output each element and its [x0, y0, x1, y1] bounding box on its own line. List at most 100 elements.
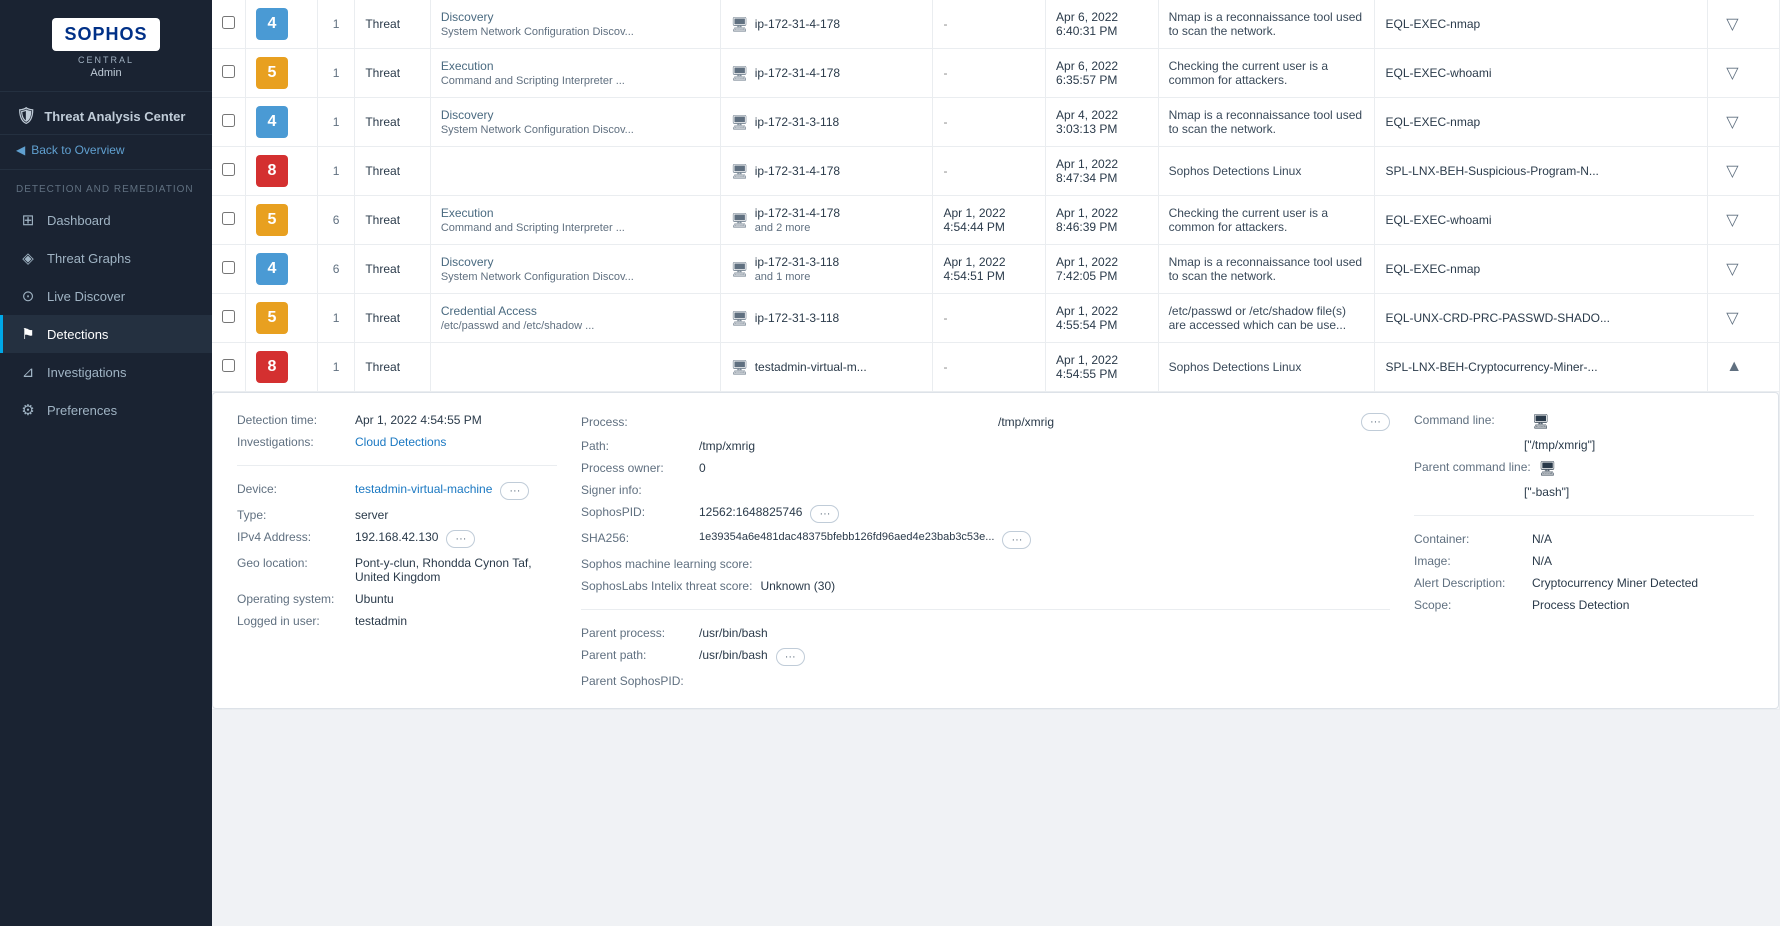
table-row: 5 1 Threat ExecutionCommand and Scriptin…: [212, 49, 1780, 98]
severity-badge: 5: [256, 302, 288, 334]
chevron-cell[interactable]: ▲: [1708, 343, 1780, 392]
expand-row-button[interactable]: ▽: [1718, 10, 1746, 38]
ipv4-copy-button[interactable]: ···: [446, 530, 475, 548]
back-arrow-icon: ◀: [16, 143, 25, 157]
category-cell: DiscoverySystem Network Configuration Di…: [430, 0, 720, 49]
expand-row-button[interactable]: ▽: [1718, 304, 1746, 332]
severity-cell: 8: [246, 147, 318, 196]
sidebar-item-label: Detections: [47, 327, 108, 342]
container-label: Container:: [1414, 532, 1524, 546]
sidebar-item-preferences[interactable]: ⚙ Preferences: [0, 391, 212, 429]
sha256-copy-button[interactable]: ···: [1002, 531, 1031, 549]
sophos-pid-row: SophosPID: 12562:1648825746 ···: [581, 505, 1390, 523]
sidebar-item-detections[interactable]: ⚑ Detections: [0, 315, 212, 353]
row-checkbox-cell[interactable]: [212, 196, 246, 245]
expand-row-button[interactable]: ▽: [1718, 206, 1746, 234]
type-cell: Threat: [355, 0, 430, 49]
parent-cmd-row: Parent command line: 🖥: [1414, 460, 1754, 477]
device-copy-button[interactable]: ···: [500, 482, 529, 500]
expand-row-button[interactable]: ▽: [1718, 157, 1746, 185]
sidebar-item-dashboard[interactable]: ⊞ Dashboard: [0, 201, 212, 239]
investigations-value[interactable]: Cloud Detections: [355, 435, 446, 449]
sidebar-item-investigations[interactable]: ⊿ Investigations: [0, 353, 212, 391]
path-value: /tmp/xmrig: [699, 439, 755, 453]
preferences-icon: ⚙: [19, 401, 37, 419]
category-cell: DiscoverySystem Network Configuration Di…: [430, 98, 720, 147]
sidebar-item-threat-graphs[interactable]: ◈ Threat Graphs: [0, 239, 212, 277]
threat-graphs-icon: ◈: [19, 249, 37, 267]
back-to-overview[interactable]: ◀ Back to Overview: [0, 135, 212, 170]
investigations-row: Investigations: Cloud Detections: [237, 435, 557, 449]
chevron-cell[interactable]: ▽: [1708, 98, 1780, 147]
first-seen-cell: -: [933, 0, 1046, 49]
device-monitor-icon: 🖥: [731, 261, 749, 278]
tac-label: Threat Analysis Center: [44, 109, 185, 124]
sidebar-item-live-discover[interactable]: ⊙ Live Discover: [0, 277, 212, 315]
device-monitor-icon: 🖥: [731, 310, 749, 327]
row-checkbox[interactable]: [222, 65, 235, 78]
row-checkbox[interactable]: [222, 359, 235, 372]
dashboard-icon: ⊞: [19, 211, 37, 229]
expand-row-button[interactable]: ▽: [1718, 255, 1746, 283]
count-cell: 1: [317, 98, 355, 147]
os-row: Operating system: Ubuntu: [237, 592, 557, 606]
row-checkbox-cell[interactable]: [212, 343, 246, 392]
description-cell: Nmap is a reconnaissance tool used to sc…: [1158, 98, 1375, 147]
image-value: N/A: [1532, 554, 1552, 568]
expand-row-button[interactable]: ▽: [1718, 59, 1746, 87]
expand-row-button[interactable]: ▲: [1718, 354, 1750, 380]
detection-time-value: Apr 1, 2022 4:54:55 PM: [355, 413, 482, 427]
process-value: /tmp/xmrig: [998, 415, 1054, 429]
os-label: Operating system:: [237, 592, 347, 606]
expand-row-button[interactable]: ▽: [1718, 108, 1746, 136]
sidebar-item-label: Preferences: [47, 403, 117, 418]
chevron-cell[interactable]: ▽: [1708, 294, 1780, 343]
process-copy-button[interactable]: ···: [1361, 413, 1390, 431]
logo-admin: Admin: [90, 67, 121, 79]
count-cell: 6: [317, 245, 355, 294]
device-monitor-icon: 🖥: [731, 359, 749, 376]
row-checkbox-cell[interactable]: [212, 49, 246, 98]
device-value[interactable]: testadmin-virtual-machine: [355, 482, 492, 496]
row-checkbox-cell[interactable]: [212, 98, 246, 147]
last-seen-cell: Apr 6, 20226:35:57 PM: [1046, 49, 1159, 98]
path-row: Path: /tmp/xmrig: [581, 439, 1390, 453]
parent-path-value: /usr/bin/bash: [699, 648, 768, 662]
chevron-cell[interactable]: ▽: [1708, 147, 1780, 196]
device-monitor-icon: 🖥: [731, 163, 749, 180]
sophos-pid-value: 12562:1648825746: [699, 505, 802, 519]
first-seen-cell: Apr 1, 20224:54:44 PM: [933, 196, 1046, 245]
description-cell: Checking the current user is a common fo…: [1158, 49, 1375, 98]
category-cell: ExecutionCommand and Scripting Interpret…: [430, 196, 720, 245]
process-row: Process: /tmp/xmrig ···: [581, 413, 1390, 431]
command-line-value: ["/tmp/xmrig"]: [1524, 438, 1595, 452]
severity-cell: 4: [246, 245, 318, 294]
chevron-cell[interactable]: ▽: [1708, 0, 1780, 49]
chevron-cell[interactable]: ▽: [1708, 196, 1780, 245]
row-checkbox[interactable]: [222, 16, 235, 29]
device-monitor-icon: 🖥: [731, 65, 749, 82]
row-checkbox[interactable]: [222, 261, 235, 274]
command-line-label: Command line:: [1414, 413, 1524, 427]
parent-path-copy-button[interactable]: ···: [776, 648, 805, 666]
sidebar-item-label: Threat Graphs: [47, 251, 131, 266]
row-checkbox-cell[interactable]: [212, 0, 246, 49]
type-value: server: [355, 508, 388, 522]
chevron-cell[interactable]: ▽: [1708, 49, 1780, 98]
row-checkbox-cell[interactable]: [212, 294, 246, 343]
detail-section-right: Command line: 🖥 ["/tmp/xmrig"] Parent co…: [1414, 413, 1754, 688]
row-checkbox-cell[interactable]: [212, 147, 246, 196]
category-cell: [430, 147, 720, 196]
chevron-cell[interactable]: ▽: [1708, 245, 1780, 294]
detail-section-left: Detection time: Apr 1, 2022 4:54:55 PM I…: [237, 413, 557, 688]
rule-cell: SPL-LNX-BEH-Suspicious-Program-N...: [1375, 147, 1708, 196]
investigations-label: Investigations:: [237, 435, 347, 449]
row-checkbox[interactable]: [222, 114, 235, 127]
row-checkbox[interactable]: [222, 163, 235, 176]
row-checkbox[interactable]: [222, 212, 235, 225]
sophos-pid-copy-button[interactable]: ···: [810, 505, 839, 523]
row-checkbox[interactable]: [222, 310, 235, 323]
row-checkbox-cell[interactable]: [212, 245, 246, 294]
process-owner-row: Process owner: 0: [581, 461, 1390, 475]
type-cell: Threat: [355, 343, 430, 392]
